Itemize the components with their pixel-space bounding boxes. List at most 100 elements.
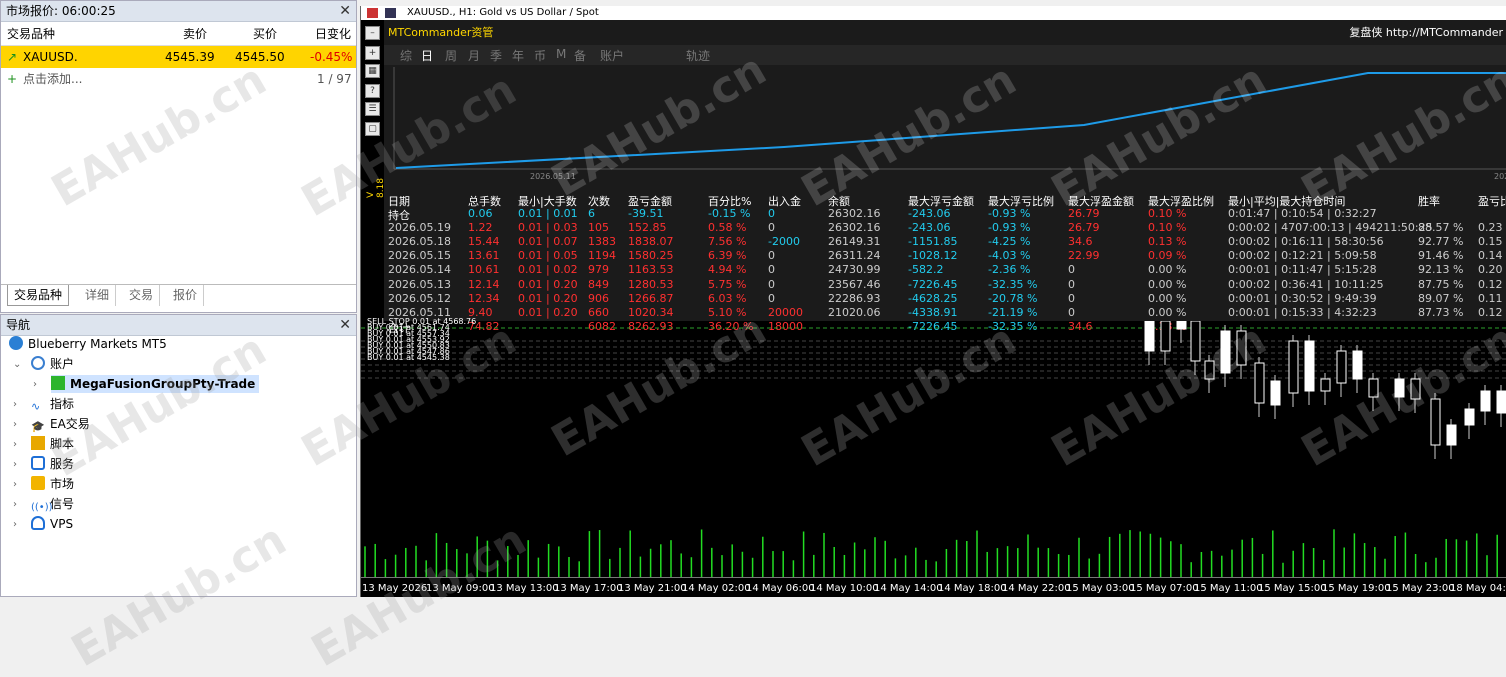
close-icon[interactable]: ✕ (339, 315, 351, 335)
equity-line (395, 72, 1506, 169)
table-cell: 0.10 % (1148, 221, 1187, 235)
column-ask[interactable]: 买价 (253, 22, 277, 46)
table-cell: 0.23 (1478, 221, 1503, 235)
grid-icon[interactable]: ▦ (365, 64, 380, 78)
equity-axis-end: 202 (1494, 172, 1506, 181)
vps-label: VPS (50, 517, 74, 531)
table-cell: 0 (1068, 291, 1075, 305)
table-cell: 4.94 % (708, 263, 747, 277)
chart-menu-icon[interactable] (367, 8, 378, 18)
column-change[interactable]: 日变化 (315, 22, 351, 46)
mtc-tab-1[interactable]: 日 (421, 47, 433, 64)
chevron-right-icon[interactable]: › (13, 419, 17, 430)
minimize-icon[interactable]: – (365, 26, 380, 40)
broker-name: Blueberry Markets MT5 (28, 337, 167, 351)
mtc-tab-0[interactable]: 综 (400, 47, 412, 64)
time-axis-label: 13 May 13:00 (490, 583, 559, 594)
candle (1410, 378, 1421, 400)
table-cell: 0.15 (1478, 235, 1503, 249)
help-icon[interactable]: ? (365, 84, 380, 98)
chevron-right-icon[interactable]: › (13, 519, 17, 530)
table-cell: 0.00 % (1148, 277, 1187, 291)
market-watch-tabs: 交易品种 详细 交易 报价 (1, 284, 356, 306)
add-icon[interactable]: + (365, 46, 380, 60)
tab-ticks[interactable]: 报价 (167, 285, 205, 306)
tree-market[interactable]: 市场 (31, 475, 74, 493)
tree-services[interactable]: 服务 (31, 455, 74, 473)
symbol-row[interactable]: ↗ XAUUSD. 4545.39 4545.50 -0.45% (1, 46, 356, 68)
table-cell: 0.00 % (1148, 263, 1187, 277)
table-icon[interactable]: ☰ (365, 102, 380, 116)
tree-signals[interactable]: ((•))信号 (31, 495, 74, 513)
chevron-right-icon[interactable]: › (13, 399, 17, 410)
tree-indicators[interactable]: ∿ 指标 (31, 395, 74, 413)
column-bid[interactable]: 卖价 (183, 22, 207, 46)
chart-icon (385, 8, 396, 18)
table-cell: 7.56 % (708, 235, 747, 249)
symbol-count: 1 / 97 (317, 72, 352, 86)
table-cell: 0.01 | 0.05 (518, 249, 578, 263)
mtc-tab-7[interactable]: M (556, 47, 566, 61)
table-cell: 105 (588, 221, 609, 235)
table-cell: 1580.25 (628, 249, 674, 263)
table-cell: 0:00:02 | 0:12:21 | 5:09:58 (1228, 249, 1377, 263)
chevron-right-icon[interactable]: › (13, 499, 17, 510)
table-cell: 0.01 | 0.20 (518, 277, 578, 291)
time-axis-label: 15 May 07:00 (1130, 583, 1199, 594)
time-axis-label: 14 May 22:00 (1002, 583, 1071, 594)
chevron-right-icon[interactable]: › (13, 459, 17, 470)
table-cell: 0 (768, 207, 775, 220)
table-cell: -243.06 (908, 221, 951, 235)
market-watch-header: 交易品种 卖价 买价 日变化 (1, 22, 356, 46)
table-cell: 10.61 (468, 263, 500, 277)
broker-icon (9, 336, 23, 350)
broker-root[interactable]: Blueberry Markets MT5 (9, 335, 167, 353)
chevron-right-icon[interactable]: › (33, 379, 37, 390)
tab-symbols[interactable]: 交易品种 (7, 285, 70, 306)
tree-account-selected[interactable]: MegaFusionGroupPty-Trade (51, 375, 260, 393)
tree-vps[interactable]: VPS (31, 515, 73, 533)
chevron-right-icon[interactable]: › (13, 479, 17, 490)
chart-window[interactable]: XAUUSD., H1: Gold vs US Dollar / Spot – … (360, 6, 1506, 597)
table-cell: 89.07 % (1418, 291, 1464, 305)
tree-scripts[interactable]: 脚本 (31, 435, 74, 453)
table-cell: -582.2 (908, 263, 944, 277)
mtc-tab-2[interactable]: 周 (445, 47, 457, 64)
column-symbol[interactable]: 交易品种 (7, 22, 55, 46)
candle (1160, 321, 1171, 352)
tree-expert-advisors[interactable]: 🎓 EA交易 (31, 415, 90, 433)
mtc-tab-5[interactable]: 年 (512, 47, 524, 64)
table-cell: 26311.24 (828, 249, 881, 263)
window-icon[interactable]: ▢ (365, 122, 380, 136)
market-watch-title-bar: 市场报价: 06:00:25 ✕ (1, 1, 356, 22)
tab-details[interactable]: 详细 (79, 285, 117, 306)
table-cell: 0.13 % (1148, 235, 1187, 249)
chevron-right-icon[interactable]: › (13, 439, 17, 450)
table-cell: 0 (768, 263, 775, 277)
table-cell: 6 (588, 207, 595, 220)
chevron-down-icon[interactable]: ⌄ (13, 359, 21, 370)
table-cell: 13.61 (468, 249, 500, 263)
close-icon[interactable]: ✕ (339, 1, 351, 21)
table-cell: 26302.16 (828, 221, 881, 235)
table-cell: 0.01 | 0.03 (518, 221, 578, 235)
mtcommander-panel: MTCommander资管 复盘侠 http://MTCommander 综日周… (384, 20, 1506, 335)
accounts-label: 账户 (50, 357, 75, 371)
tab-trading[interactable]: 交易 (123, 285, 161, 306)
table-cell: 5.75 % (708, 277, 747, 291)
mtc-tab-8[interactable]: 备 (574, 47, 586, 64)
table-cell: 1383 (588, 235, 616, 249)
mtc-tab-6[interactable]: 币 (534, 47, 546, 64)
mtc-tab-10[interactable]: 轨迹 (686, 47, 710, 64)
table-cell: 0 (1068, 305, 1075, 319)
mtc-tab-9[interactable]: 账户 (600, 47, 624, 64)
mtc-tab-4[interactable]: 季 (490, 47, 502, 64)
table-cell: 0:00:01 | 0:11:47 | 5:15:28 (1228, 263, 1377, 277)
candle (1430, 398, 1441, 446)
table-cell: -1151.85 (908, 235, 958, 249)
candle (1368, 378, 1379, 398)
add-symbol-row[interactable]: + 点击添加... 1 / 97 (1, 68, 356, 90)
tree-accounts[interactable]: 账户 (31, 355, 74, 373)
mtc-tab-3[interactable]: 月 (468, 47, 480, 64)
account-name: MegaFusionGroupPty-Trade (70, 377, 256, 391)
